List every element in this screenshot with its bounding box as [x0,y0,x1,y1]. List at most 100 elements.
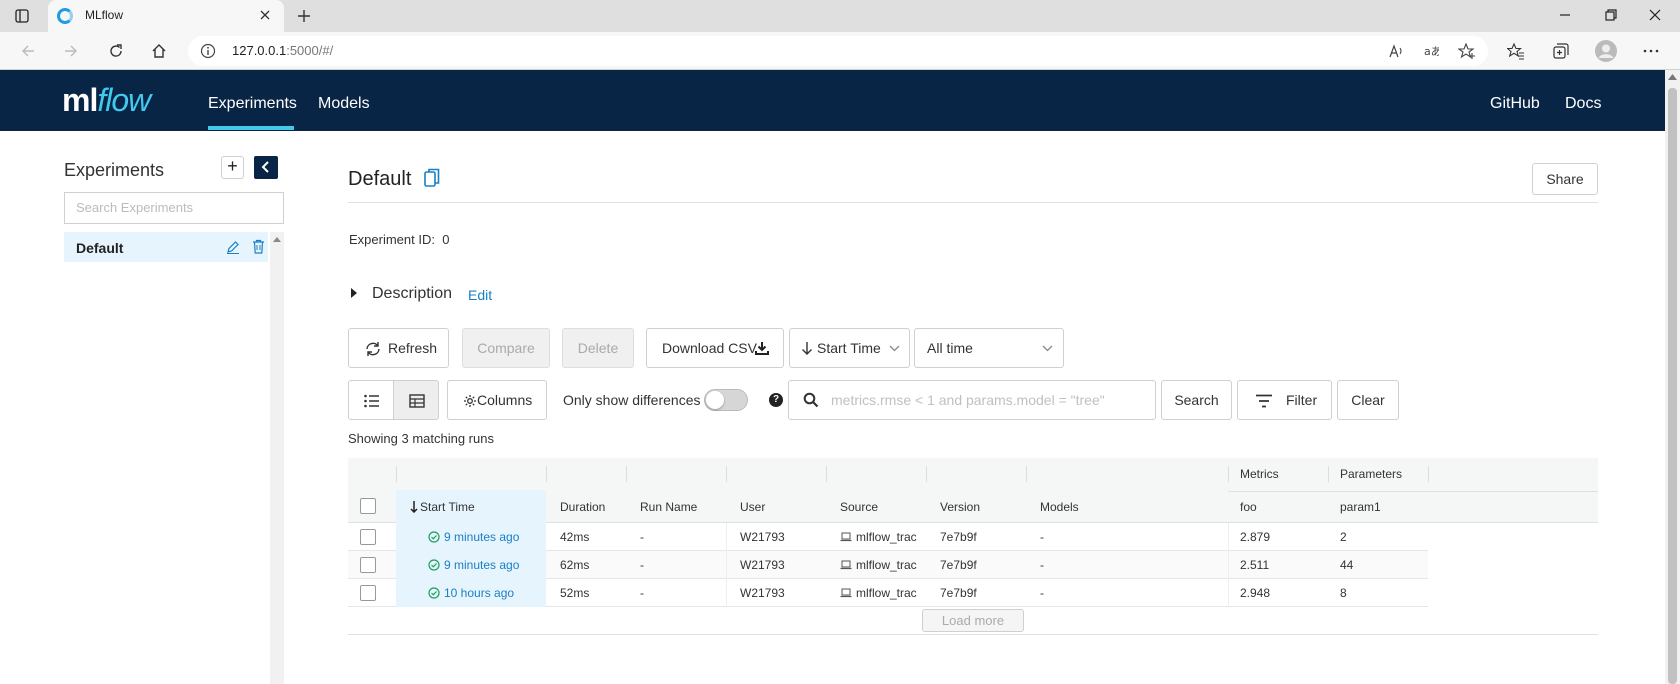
runs-search-input[interactable]: metrics.rmse < 1 and params.model = "tre… [788,380,1156,420]
col-models[interactable]: Models [1040,500,1079,514]
sort-select[interactable]: Start Time [789,328,910,368]
download-csv-button[interactable]: Download CSV [646,328,784,368]
refresh-button[interactable]: Refresh [348,328,449,368]
search-button[interactable]: Search [1161,380,1232,420]
time-range-select[interactable]: All time [914,328,1064,368]
collections-icon[interactable] [1552,42,1570,60]
col-source[interactable]: Source [840,500,878,514]
compare-button[interactable]: Compare [462,328,550,368]
grid-view-button[interactable] [393,380,439,420]
col-start-time[interactable]: Start Time [420,500,475,514]
experiment-item-default[interactable]: Default [64,232,268,262]
translate-icon[interactable]: aあ [1423,43,1439,59]
read-aloud-icon[interactable] [1388,43,1404,59]
clear-button[interactable]: Clear [1337,380,1399,420]
site-info-icon[interactable] [200,43,216,59]
reload-icon[interactable] [108,43,124,59]
col-metric-foo[interactable]: foo [1240,500,1257,514]
back-icon[interactable] [20,43,36,59]
minimize-icon[interactable] [1558,8,1572,22]
experiment-name: Default [76,240,124,256]
metric-foo-cell: 2.511 [1240,558,1270,572]
collapse-sidebar-button[interactable] [254,156,278,179]
user-cell: W21793 [740,558,785,572]
close-window-icon[interactable] [1648,8,1662,22]
matching-runs-count: Showing 3 matching runs [348,431,494,446]
mlflow-logo[interactable]: mlflow [62,82,151,119]
row-checkbox[interactable] [360,557,376,573]
load-more-button[interactable]: Load more [922,609,1024,632]
col-version[interactable]: Version [940,500,980,514]
param1-cell: 8 [1340,586,1347,600]
experiment-id-value: 0 [442,232,450,247]
forward-icon[interactable] [63,43,79,59]
models-cell: - [1040,558,1044,572]
table-row[interactable]: 10 hours ago 52ms - W21793 mlflow_trac 7… [348,579,1428,607]
nav-experiments[interactable]: Experiments [208,95,297,113]
copy-icon[interactable] [424,168,440,188]
row-checkbox[interactable] [360,585,376,601]
run-name-cell: - [640,558,644,572]
table-row[interactable]: 9 minutes ago 42ms - W21793 mlflow_trac … [348,523,1428,551]
home-icon[interactable] [151,43,167,59]
param1-cell: 2 [1340,530,1347,544]
favorites-icon[interactable] [1507,42,1525,60]
experiment-list-scrollbar[interactable] [270,232,284,684]
version-cell[interactable]: 7e7b9f [940,558,977,572]
filter-icon [1256,394,1272,408]
models-cell: - [1040,530,1044,544]
edit-description-link[interactable]: Edit [468,287,492,303]
edit-icon[interactable] [226,240,240,254]
col-duration[interactable]: Duration [560,500,605,514]
source-cell[interactable]: mlflow_trac [856,586,917,600]
add-experiment-button[interactable]: + [221,156,244,179]
filter-button[interactable]: Filter [1237,380,1332,420]
close-tab-icon[interactable] [258,8,272,22]
only-show-differences-toggle[interactable] [704,389,748,411]
scroll-up-icon[interactable] [1668,74,1677,80]
metric-foo-cell: 2.879 [1240,530,1271,544]
version-cell[interactable]: 7e7b9f [940,586,977,600]
more-menu-icon[interactable] [1643,43,1659,59]
scrollbar-thumb[interactable] [1668,88,1677,684]
sort-desc-icon [410,501,418,513]
select-all-checkbox[interactable] [360,498,376,514]
new-tab-icon[interactable] [296,8,312,24]
table-row[interactable]: 9 minutes ago 62ms - W21793 mlflow_trac … [348,551,1428,579]
page-scrollbar[interactable] [1665,70,1680,684]
profile-avatar-icon[interactable] [1595,40,1617,62]
source-cell[interactable]: mlflow_trac [856,530,917,544]
list-view-button[interactable] [348,380,394,420]
scroll-up-icon[interactable] [273,237,281,242]
nav-docs[interactable]: Docs [1565,95,1601,113]
columns-button[interactable]: Columns [447,380,547,420]
help-icon[interactable]: ? [769,393,783,407]
add-favorite-icon[interactable] [1458,43,1476,59]
tab-actions-icon[interactable] [15,9,29,23]
col-user[interactable]: User [740,500,765,514]
laptop-icon [840,588,852,598]
browser-tab[interactable]: MLflow [48,0,284,32]
description-toggle[interactable]: Description [372,285,452,303]
delete-icon[interactable] [252,239,265,254]
url-field[interactable]: 127.0.0.1:5000/#/ aあ [188,36,1488,66]
start-time-link[interactable]: 9 minutes ago [444,530,519,544]
columns-label: Columns [477,392,533,408]
param1-cell: 44 [1340,558,1354,572]
expand-description-icon[interactable] [350,288,358,298]
col-param-param1[interactable]: param1 [1340,500,1381,514]
start-time-link[interactable]: 10 hours ago [444,586,514,600]
source-cell[interactable]: mlflow_trac [856,558,917,572]
search-icon [803,392,819,408]
nav-github[interactable]: GitHub [1490,95,1540,113]
version-cell[interactable]: 7e7b9f [940,530,977,544]
refresh-icon [366,342,380,356]
col-run-name[interactable]: Run Name [640,500,697,514]
nav-models[interactable]: Models [318,95,370,113]
share-button[interactable]: Share [1532,163,1598,195]
search-experiments-input[interactable]: Search Experiments [64,192,284,224]
row-checkbox[interactable] [360,529,376,545]
delete-button[interactable]: Delete [562,328,634,368]
start-time-link[interactable]: 9 minutes ago [444,558,519,572]
restore-icon[interactable] [1604,8,1618,22]
